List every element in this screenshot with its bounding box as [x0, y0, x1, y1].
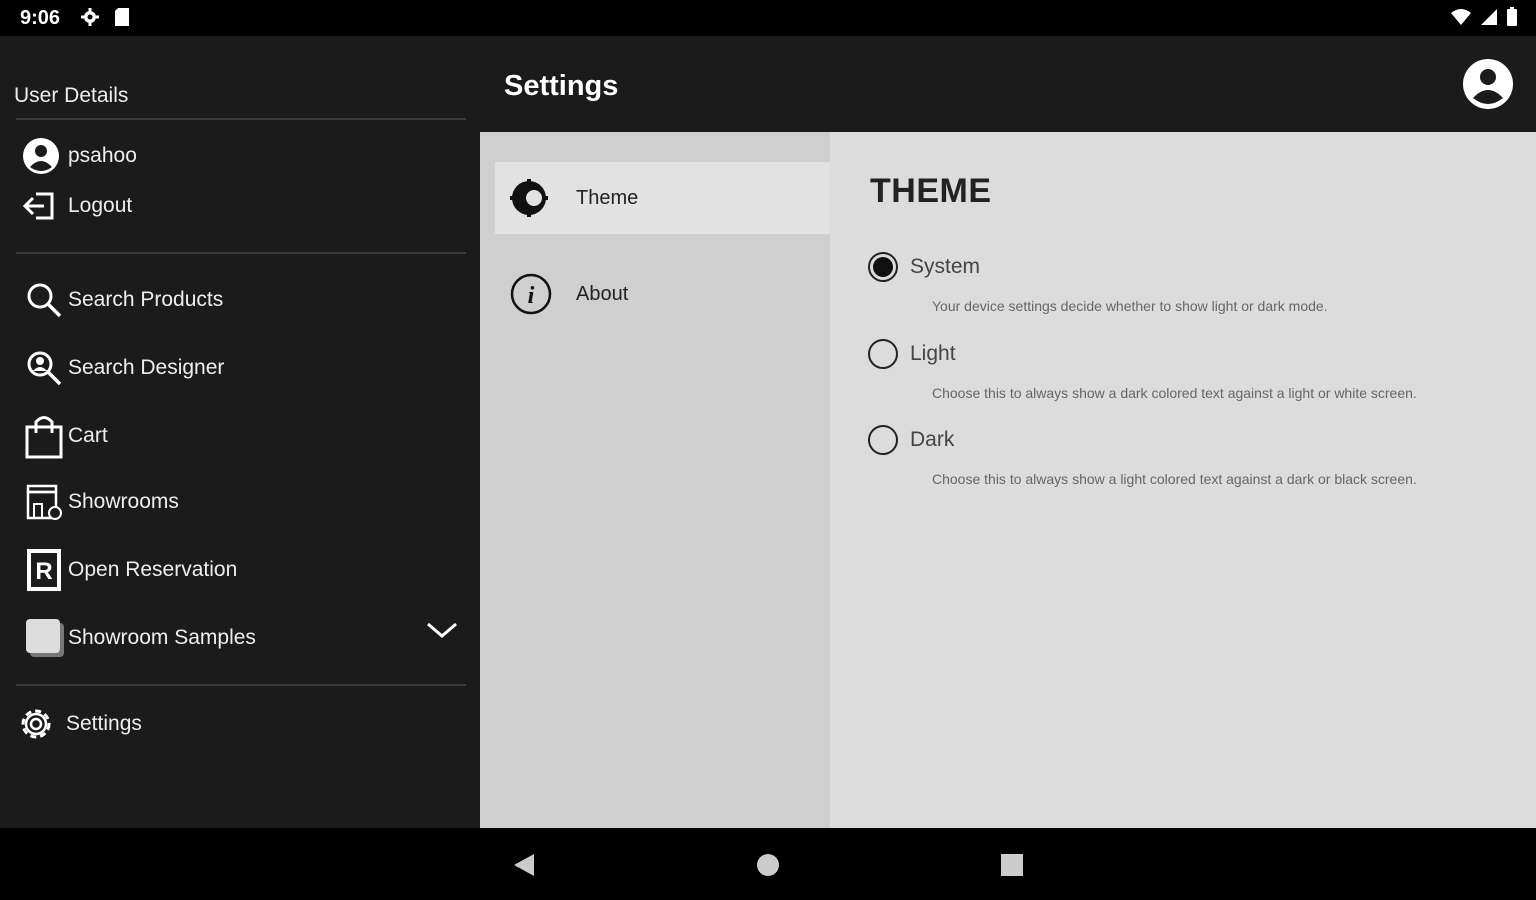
navigation-drawer: User Details psahoo Logout Search Produc… — [0, 36, 480, 828]
search-person-icon — [16, 348, 68, 388]
radio-dark[interactable] — [868, 425, 898, 455]
settings-item-theme[interactable]: Theme — [495, 162, 830, 234]
divider — [16, 252, 466, 254]
chevron-down-icon[interactable] — [426, 620, 458, 646]
gear-icon — [80, 7, 100, 32]
option-description: Your device settings decide whether to s… — [932, 298, 1328, 314]
back-icon[interactable] — [512, 852, 536, 883]
theme-panel: THEME System Your device settings decide… — [830, 132, 1536, 828]
divider — [16, 118, 466, 120]
home-icon[interactable] — [756, 852, 780, 883]
menu-showrooms[interactable]: Showrooms — [16, 482, 466, 522]
reservation-r-icon: R — [16, 547, 68, 593]
menu-open-reservation[interactable]: R Open Reservation — [16, 546, 466, 594]
option-label: Light — [910, 342, 956, 365]
battery-icon — [1506, 7, 1518, 32]
logout-label: Logout — [68, 194, 133, 217]
svg-text:R: R — [35, 558, 52, 585]
store-icon — [16, 482, 68, 522]
theme-option-light[interactable]: Light Choose this to always show a dark … — [868, 339, 1508, 401]
user-details-title: User Details — [14, 84, 129, 107]
theme-option-dark[interactable]: Dark Choose this to always show a light … — [868, 425, 1508, 487]
logout-icon — [16, 190, 68, 222]
sd-card-icon — [114, 7, 130, 32]
status-time: 9:06 — [20, 7, 61, 29]
app-bar: Settings — [480, 36, 1536, 132]
menu-settings[interactable]: Settings — [16, 704, 466, 744]
menu-label: Showrooms — [68, 490, 179, 513]
menu-cart[interactable]: Cart — [16, 412, 466, 460]
radio-system[interactable] — [868, 252, 898, 282]
theme-heading: THEME — [870, 172, 992, 210]
wifi-icon — [1450, 7, 1472, 32]
page-title: Settings — [504, 70, 619, 102]
settings-item-label: Theme — [576, 186, 639, 209]
recents-icon[interactable] — [1000, 852, 1024, 883]
samples-icon — [16, 617, 68, 659]
search-icon — [16, 280, 68, 320]
menu-label: Search Designer — [68, 356, 225, 379]
option-label: Dark — [910, 428, 955, 451]
signal-icon — [1480, 7, 1498, 32]
menu-showroom-samples[interactable]: Showroom Samples — [16, 616, 466, 660]
theme-icon — [495, 179, 560, 217]
account-circle-icon — [16, 137, 68, 175]
radio-light[interactable] — [868, 339, 898, 369]
divider — [16, 684, 466, 686]
shopping-bag-icon — [16, 413, 68, 459]
svg-text:i: i — [528, 283, 535, 309]
user-row: psahoo — [16, 136, 466, 176]
menu-label: Open Reservation — [68, 558, 238, 581]
theme-option-system[interactable]: System Your device settings decide wheth… — [868, 252, 1508, 314]
menu-search-designer[interactable]: Search Designer — [16, 348, 466, 388]
menu-label: Showroom Samples — [68, 626, 256, 649]
logout-button[interactable]: Logout — [16, 188, 466, 224]
settings-item-label: About — [576, 282, 629, 305]
menu-search-products[interactable]: Search Products — [16, 280, 466, 320]
status-bar: 9:06 — [0, 0, 1536, 36]
radio-selected-dot — [873, 257, 893, 277]
menu-label: Settings — [66, 712, 142, 735]
system-nav-bar — [0, 828, 1536, 900]
option-description: Choose this to always show a light color… — [932, 471, 1417, 487]
menu-label: Cart — [68, 424, 108, 447]
gear-icon — [16, 704, 66, 744]
username: psahoo — [68, 144, 137, 167]
settings-nav: Theme i About — [480, 132, 830, 828]
option-description: Choose this to always show a dark colore… — [932, 385, 1417, 401]
info-icon: i — [495, 273, 560, 315]
option-label: System — [910, 255, 981, 278]
settings-item-about[interactable]: i About — [495, 258, 830, 330]
menu-label: Search Products — [68, 288, 224, 311]
account-circle-icon[interactable] — [1462, 58, 1514, 115]
